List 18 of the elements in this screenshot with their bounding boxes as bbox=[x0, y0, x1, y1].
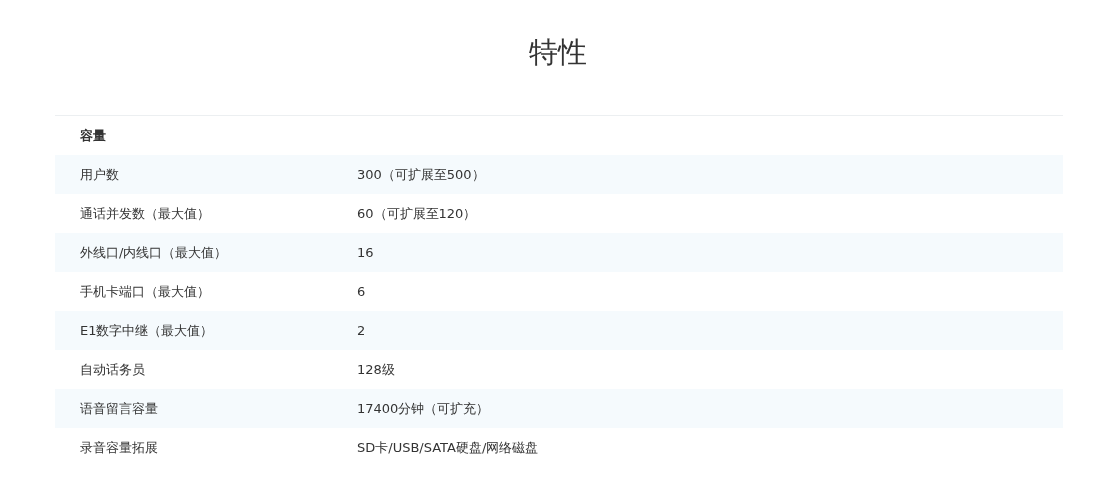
spec-value: 300（可扩展至500） bbox=[357, 165, 485, 184]
spec-value: 17400分钟（可扩充） bbox=[357, 399, 490, 418]
spec-label: 用户数 bbox=[79, 165, 120, 184]
spec-label: 语音留言容量 bbox=[79, 399, 159, 418]
spec-value: 128级 bbox=[357, 360, 395, 379]
spec-label: 录音容量拓展 bbox=[79, 438, 159, 457]
spec-label: 手机卡端口（最大值） bbox=[79, 282, 211, 301]
spec-value: 6 bbox=[357, 284, 366, 299]
spec-label: 自动话务员 bbox=[79, 360, 146, 379]
page-title: 特性 bbox=[527, 34, 588, 71]
spec-label: E1数字中继（最大值） bbox=[79, 321, 215, 340]
spec-value: 60（可扩展至120） bbox=[357, 204, 477, 223]
spec-label: 通话并发数（最大值） bbox=[79, 204, 211, 223]
spec-label: 外线口/内线口（最大值） bbox=[79, 243, 229, 262]
spec-value: 2 bbox=[357, 323, 366, 338]
section-heading: 容量 bbox=[80, 126, 106, 145]
spec-value: SD卡/USB/SATA硬盘/网络磁盘 bbox=[357, 438, 539, 457]
spec-value: 16 bbox=[357, 245, 374, 260]
